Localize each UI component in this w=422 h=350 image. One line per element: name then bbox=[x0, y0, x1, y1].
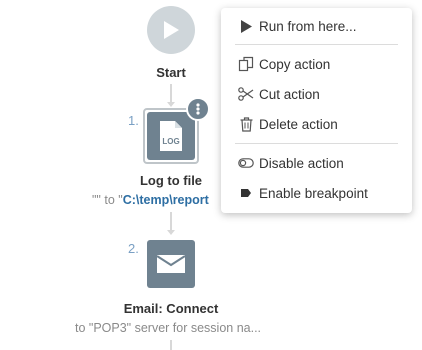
menu-item-enable-breakpoint[interactable]: Enable breakpoint bbox=[221, 178, 412, 208]
step-title: Email: Connect bbox=[123, 301, 219, 316]
step-description-path: C:\temp\report bbox=[122, 193, 209, 207]
step-description-prefix: "" to " bbox=[92, 193, 123, 207]
play-icon bbox=[237, 17, 255, 35]
menu-item-label: Enable breakpoint bbox=[259, 185, 368, 201]
toggle-icon bbox=[237, 154, 255, 172]
envelope-icon bbox=[156, 255, 186, 273]
svg-text:LOG: LOG bbox=[162, 137, 179, 146]
connector-step1-to-step2 bbox=[170, 212, 172, 232]
step-number: 1. bbox=[128, 113, 139, 128]
menu-item-delete-action[interactable]: Delete action bbox=[221, 109, 412, 139]
action-tile-email-connect[interactable] bbox=[147, 240, 195, 288]
scissors-icon bbox=[237, 85, 255, 103]
connector-arrow bbox=[167, 102, 175, 107]
more-options-button[interactable] bbox=[186, 97, 210, 121]
menu-item-cut-action[interactable]: Cut action bbox=[221, 79, 412, 109]
step-number: 2. bbox=[128, 241, 139, 256]
step-title: Log to file bbox=[139, 173, 203, 188]
breakpoint-icon bbox=[237, 184, 255, 202]
step-description: "" to "C:\temp\report bbox=[92, 193, 209, 207]
connector-start-to-step1 bbox=[170, 84, 172, 104]
trash-icon bbox=[237, 115, 255, 133]
menu-item-disable-action[interactable]: Disable action bbox=[221, 148, 412, 178]
connector-step2-to-next bbox=[170, 340, 172, 350]
menu-item-label: Disable action bbox=[259, 155, 344, 171]
play-icon bbox=[164, 21, 179, 39]
start-node[interactable] bbox=[147, 6, 195, 54]
context-menu: Run from here... Copy action Cut action bbox=[221, 8, 412, 213]
menu-item-label: Copy action bbox=[259, 56, 331, 72]
action-tile-log-to-file[interactable]: LOG bbox=[147, 112, 195, 160]
menu-item-label: Cut action bbox=[259, 86, 320, 102]
connector-arrow bbox=[167, 230, 175, 235]
menu-item-label: Run from here... bbox=[259, 18, 357, 34]
menu-item-run-from-here[interactable]: Run from here... bbox=[221, 11, 412, 41]
menu-item-copy-action[interactable]: Copy action bbox=[221, 49, 412, 79]
more-vertical-icon bbox=[196, 103, 200, 115]
log-file-icon: LOG bbox=[160, 121, 182, 151]
menu-item-label: Delete action bbox=[259, 116, 338, 132]
copy-icon bbox=[237, 55, 255, 73]
menu-separator bbox=[235, 44, 398, 45]
menu-separator bbox=[235, 143, 398, 144]
start-label: Start bbox=[156, 65, 186, 80]
step-description: to "POP3" server for session na... bbox=[75, 321, 262, 335]
